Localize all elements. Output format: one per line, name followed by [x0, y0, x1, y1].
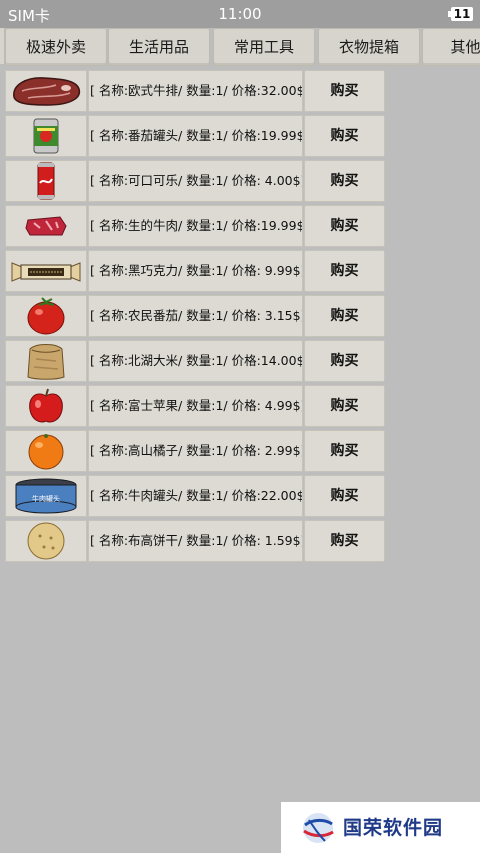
- steak-icon: [13, 77, 81, 106]
- watermark-text: 国荣软件园: [343, 817, 444, 839]
- category-tabs: 极速外卖 生活用品 常用工具 衣物提箱 其他物: [0, 28, 480, 66]
- item-info: [ 名称:高山橘子/ 数量:1/ 价格: 2.99$]: [88, 430, 303, 472]
- buy-button[interactable]: 购买: [304, 250, 385, 292]
- item-thumbnail: [5, 430, 87, 472]
- item-thumbnail: [5, 205, 87, 247]
- item-thumbnail: [5, 385, 87, 427]
- buy-button[interactable]: 购买: [304, 70, 385, 112]
- item-info: [ 名称:生的牛肉/ 数量:1/ 价格:19.99$]: [88, 205, 303, 247]
- item-thumbnail: [5, 250, 87, 292]
- apple-icon: [29, 388, 63, 423]
- battery-icon: 11: [448, 7, 473, 21]
- list-item: [ 名称:农民番茄/ 数量:1/ 价格: 3.15$] 购买: [0, 295, 385, 337]
- buy-button[interactable]: 购买: [304, 340, 385, 382]
- globe-logo-icon: [303, 813, 334, 843]
- list-item: [ 名称:高山橘子/ 数量:1/ 价格: 2.99$] 购买: [0, 430, 385, 472]
- watermark: 国荣软件园: [281, 802, 480, 853]
- buy-button[interactable]: 购买: [304, 160, 385, 202]
- item-thumbnail: [5, 160, 87, 202]
- raw-beef-icon: [25, 216, 67, 236]
- buy-button[interactable]: 购买: [304, 430, 385, 472]
- biscuit-icon: [27, 522, 65, 560]
- list-item: [ 名称:布高饼干/ 数量:1/ 价格: 1.59$] 购买: [0, 520, 385, 562]
- beef-can-label: 牛肉罐头: [32, 494, 60, 503]
- buy-button[interactable]: 购买: [304, 520, 385, 562]
- tomato-icon: [27, 297, 65, 335]
- item-info: [ 名称:牛肉罐头/ 数量:1/ 价格:22.00$]: [88, 475, 303, 517]
- clock: 11:00: [218, 5, 262, 23]
- tab-clothing-box[interactable]: 衣物提箱: [318, 28, 420, 66]
- item-thumbnail: 牛肉罐头: [5, 475, 87, 517]
- item-thumbnail: [5, 295, 87, 337]
- status-bar: SIM卡 11:00 11: [0, 0, 480, 28]
- item-info: [ 名称:黑巧克力/ 数量:1/ 价格: 9.99$]: [88, 250, 303, 292]
- list-item: [ 名称:北湖大米/ 数量:1/ 价格:14.00$] 购买: [0, 340, 385, 382]
- chocolate-bar-icon: [11, 262, 81, 282]
- item-info: [ 名称:北湖大米/ 数量:1/ 价格:14.00$]: [88, 340, 303, 382]
- tomato-can-icon: [33, 118, 59, 154]
- buy-button[interactable]: 购买: [304, 205, 385, 247]
- rice-sack-icon: [27, 344, 65, 380]
- cola-can-icon: [37, 162, 55, 200]
- item-info: [ 名称:番茄罐头/ 数量:1/ 价格:19.99$]: [88, 115, 303, 157]
- tab-daily-goods[interactable]: 生活用品: [108, 28, 210, 66]
- item-thumbnail: [5, 70, 87, 112]
- item-info: [ 名称:可口可乐/ 数量:1/ 价格: 4.00$]: [88, 160, 303, 202]
- list-item: [ 名称:富士苹果/ 数量:1/ 价格: 4.99$] 购买: [0, 385, 385, 427]
- item-info: [ 名称:欧式牛排/ 数量:1/ 价格:32.00$]: [88, 70, 303, 112]
- beef-can-icon: 牛肉罐头: [15, 478, 77, 514]
- list-item: [ 名称:生的牛肉/ 数量:1/ 价格:19.99$] 购买: [0, 205, 385, 247]
- item-thumbnail: [5, 340, 87, 382]
- list-item: [ 名称:欧式牛排/ 数量:1/ 价格:32.00$] 购买: [0, 70, 385, 112]
- buy-button[interactable]: 购买: [304, 385, 385, 427]
- buy-button[interactable]: 购买: [304, 115, 385, 157]
- buy-button[interactable]: 购买: [304, 475, 385, 517]
- buy-button[interactable]: 购买: [304, 295, 385, 337]
- list-item: [ 名称:可口可乐/ 数量:1/ 价格: 4.00$] 购买: [0, 160, 385, 202]
- orange-icon: [28, 434, 64, 470]
- tab-common-tools[interactable]: 常用工具: [213, 28, 315, 66]
- list-item: 牛肉罐头 [ 名称:牛肉罐头/ 数量:1/ 价格:22.00$] 购买: [0, 475, 385, 517]
- tab-express-delivery[interactable]: 极速外卖: [5, 28, 107, 66]
- item-thumbnail: [5, 115, 87, 157]
- item-info: [ 名称:农民番茄/ 数量:1/ 价格: 3.15$]: [88, 295, 303, 337]
- list-item: [ 名称:番茄罐头/ 数量:1/ 价格:19.99$] 购买: [0, 115, 385, 157]
- item-thumbnail: [5, 520, 87, 562]
- list-item: [ 名称:黑巧克力/ 数量:1/ 价格: 9.99$] 购买: [0, 250, 385, 292]
- item-info: [ 名称:布高饼干/ 数量:1/ 价格: 1.59$]: [88, 520, 303, 562]
- item-info: [ 名称:富士苹果/ 数量:1/ 价格: 4.99$]: [88, 385, 303, 427]
- tab-other[interactable]: 其他物: [422, 28, 480, 66]
